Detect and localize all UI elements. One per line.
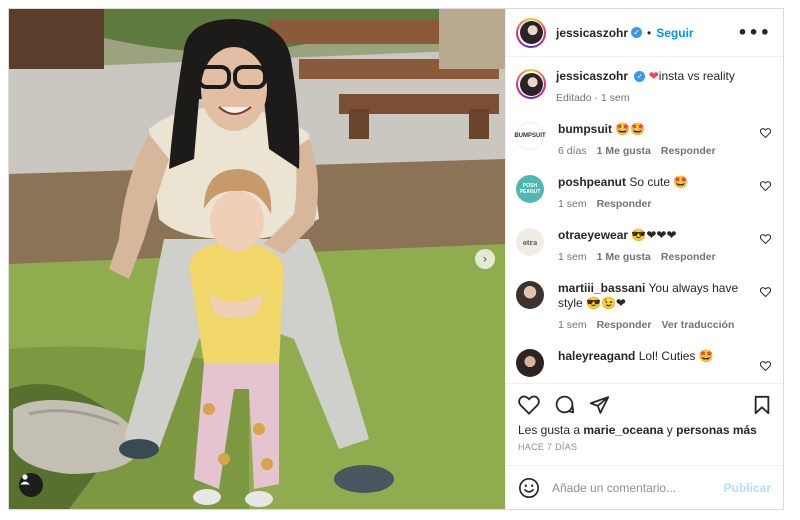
- save-bookmark-icon[interactable]: [753, 395, 771, 415]
- comment-username[interactable]: martiii_bassani: [558, 281, 645, 295]
- reply-button[interactable]: Responder: [597, 198, 652, 210]
- publish-button[interactable]: Publicar: [724, 481, 771, 495]
- caption: jessicaszohr ✓ ❤insta vs reality Editado…: [516, 69, 771, 104]
- comment-username[interactable]: poshpeanut: [558, 175, 626, 189]
- comment-likes[interactable]: 1 Me gusta: [597, 251, 651, 263]
- author-avatar[interactable]: [516, 69, 546, 99]
- likes-prefix: Les gusta a: [518, 423, 581, 437]
- comment-bubble-icon[interactable]: [554, 394, 575, 415]
- follow-button[interactable]: Seguir: [656, 26, 693, 40]
- next-photo-button[interactable]: ›: [475, 249, 495, 269]
- reply-button[interactable]: Responder: [661, 251, 716, 263]
- likes-joiner: y: [666, 423, 673, 437]
- like-comment-heart-icon[interactable]: [760, 287, 771, 297]
- verified-badge-icon: ✓: [631, 27, 643, 38]
- commenter-avatar[interactable]: POSH PEANUT: [516, 175, 544, 203]
- commenter-avatar[interactable]: otra: [516, 228, 544, 256]
- comment-time: 1 sem: [558, 198, 587, 210]
- see-translation-button[interactable]: Ver traducción: [661, 319, 734, 331]
- post-header: jessicaszohr ✓ • Seguir •••: [506, 9, 783, 57]
- comment-item: POSH PEANUT poshpeanut So cute 🤩 1 sem Re…: [516, 175, 771, 210]
- commenter-avatar[interactable]: [516, 349, 544, 377]
- comment-time: 1 sem: [558, 319, 587, 331]
- instagram-post-modal: › jessicaszohr ✓ • Seguir ••• jessicaszo…: [8, 8, 784, 510]
- comment-item: martiii_bassani You always have style 😎😉…: [516, 281, 771, 331]
- comment-likes[interactable]: 1 Me gusta: [597, 145, 651, 157]
- tagged-users-button[interactable]: [19, 473, 43, 497]
- like-comment-heart-icon[interactable]: [760, 234, 771, 244]
- caption-text: insta vs reality: [658, 69, 735, 83]
- reply-button[interactable]: Responder: [597, 319, 652, 331]
- likes-summary: Les gusta a marie_oceana y personas más: [518, 423, 771, 437]
- comment-time: 6 días: [558, 145, 587, 157]
- comments-list[interactable]: jessicaszohr ✓ ❤insta vs reality Editado…: [506, 57, 783, 383]
- comment-text: 🤩🤩: [615, 122, 646, 136]
- chevron-right-icon: ›: [482, 252, 488, 266]
- comment-time: 1 sem: [558, 251, 587, 263]
- share-paper-plane-icon[interactable]: [589, 395, 610, 415]
- like-comment-heart-icon[interactable]: [760, 361, 771, 371]
- like-comment-heart-icon[interactable]: [760, 128, 771, 138]
- likes-user[interactable]: marie_oceana: [583, 423, 663, 437]
- photo-illustration: [9, 9, 505, 509]
- user-tag-icon: [20, 474, 30, 485]
- separator-dot: •: [647, 25, 652, 40]
- red-heart-emoji-icon: ❤: [648, 69, 659, 83]
- commenter-avatar[interactable]: BUMPSUIT: [514, 122, 546, 150]
- comment-item: otra otraeyewear 😎❤❤❤ 1 sem 1 Me gusta Res…: [516, 228, 771, 263]
- comment-text: Lol! Cuties 🤩: [638, 349, 714, 363]
- caption-meta: Editado · 1 sem: [556, 92, 630, 104]
- comment-item: BUMPSUIT bumpsuit 🤩🤩 6 días 1 Me gusta Res…: [514, 122, 771, 157]
- post-side-panel: jessicaszohr ✓ • Seguir ••• jessicaszohr…: [505, 9, 783, 509]
- comment-username[interactable]: haleyreagand: [558, 349, 635, 363]
- emoji-icon[interactable]: [518, 477, 540, 499]
- reply-button[interactable]: Responder: [661, 145, 716, 157]
- more-options-button[interactable]: •••: [737, 23, 771, 42]
- commenter-avatar[interactable]: [516, 281, 544, 309]
- like-heart-icon[interactable]: [518, 395, 540, 415]
- comment-item: haleyreagand Lol! Cuties 🤩: [516, 349, 771, 377]
- like-comment-heart-icon[interactable]: [760, 181, 771, 191]
- comment-text: So cute 🤩: [629, 175, 689, 189]
- add-comment-bar: Publicar: [506, 465, 783, 509]
- post-actions: Les gusta a marie_oceana y personas más …: [506, 383, 783, 465]
- action-icons: [518, 394, 771, 415]
- post-photo[interactable]: ›: [9, 9, 505, 509]
- comment-username[interactable]: otraeyewear: [558, 228, 628, 242]
- verified-badge-icon: ✓: [634, 71, 646, 83]
- author-username[interactable]: jessicaszohr: [556, 26, 628, 40]
- likes-others-link[interactable]: personas más: [676, 423, 757, 437]
- caption-username[interactable]: jessicaszohr: [556, 69, 628, 83]
- comment-username[interactable]: bumpsuit: [558, 122, 612, 136]
- author-avatar[interactable]: [516, 17, 546, 48]
- comment-text: 😎❤❤❤: [631, 228, 677, 242]
- comment-input[interactable]: [552, 480, 724, 495]
- post-time-ago[interactable]: HACE 7 DÍAS: [518, 442, 771, 452]
